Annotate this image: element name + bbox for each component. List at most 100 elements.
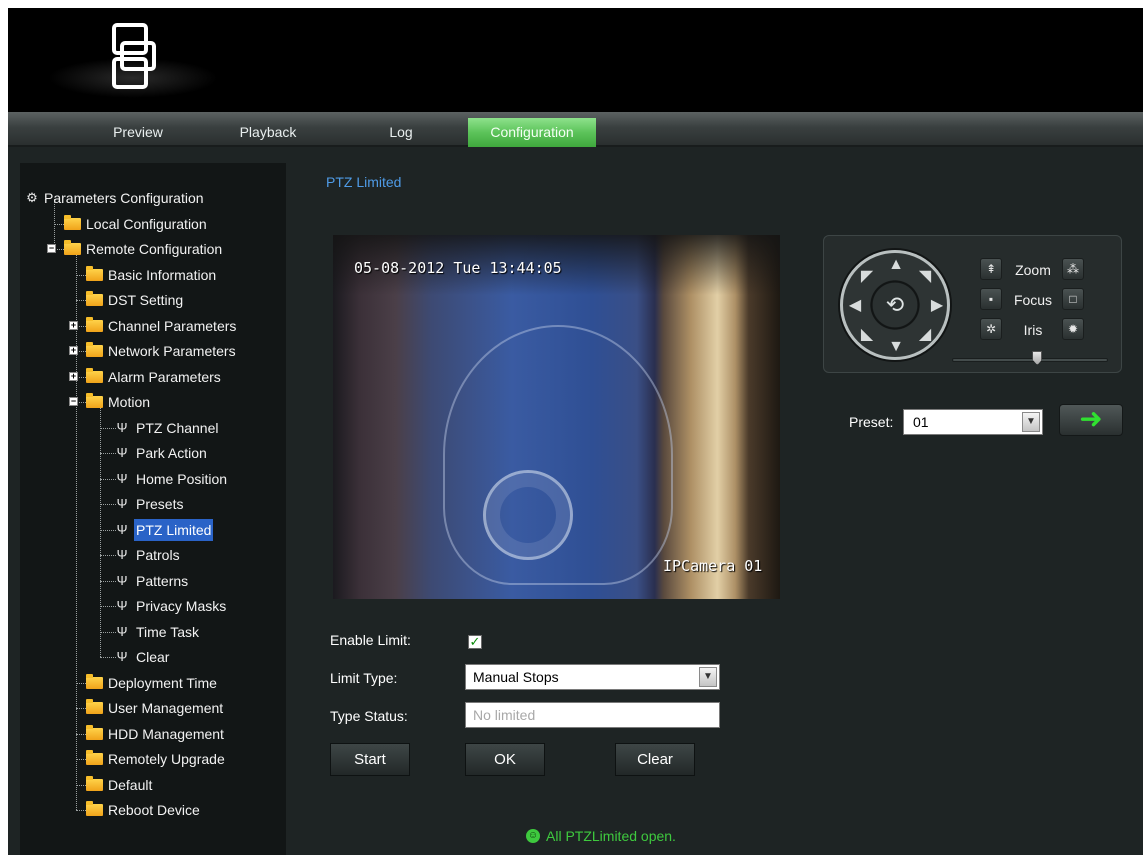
tab-log[interactable]: Log [366, 118, 436, 147]
ptz-down-right-icon[interactable]: ◢ [917, 327, 933, 343]
tree-item-dst-setting[interactable]: DST Setting [86, 289, 185, 311]
tree-guide-line [76, 759, 86, 760]
tab-playback[interactable]: Playback [226, 118, 310, 147]
tree-guide-line [100, 504, 116, 505]
tree-item-patrols[interactable]: Ψ Patrols [116, 544, 182, 566]
main-nav: Preview Playback Log Configuration [8, 112, 1143, 147]
tree-item-motion[interactable]: Motion [86, 391, 152, 413]
tree-item-privacy-masks[interactable]: Ψ Privacy Masks [116, 595, 228, 617]
folder-icon [86, 724, 103, 740]
tree-item-label: Alarm Parameters [108, 368, 221, 385]
chevron-down-icon[interactable]: ▼ [699, 667, 717, 687]
folder-icon [86, 801, 103, 816]
tree-guide-line [100, 478, 116, 480]
start-button[interactable]: Start [330, 743, 410, 776]
tree-item-deployment-time[interactable]: Deployment Time [86, 672, 219, 694]
tree-item-label: Home Position [136, 470, 228, 487]
ptz-speed-slider-thumb[interactable] [1032, 351, 1043, 365]
tree-item-home-position[interactable]: Ψ Home Position [116, 468, 229, 490]
preset-select[interactable]: 01 ▼ [903, 409, 1043, 435]
clear-button[interactable]: Clear [615, 743, 695, 776]
preset-select-value: 01 [913, 414, 929, 430]
ptz-left-icon[interactable]: ◀ [847, 298, 863, 314]
iris-close-icon[interactable]: ✹ [1062, 318, 1084, 340]
collapse-icon[interactable]: − [47, 244, 56, 253]
tree-item-label: PTZ Channel [136, 419, 219, 436]
tool-icon: Ψ [116, 470, 128, 486]
tree-item-remotely-upgrade[interactable]: Remotely Upgrade [86, 748, 227, 770]
ptz-speed-slider[interactable] [952, 358, 1108, 362]
camera-lens-shape [483, 470, 573, 560]
ptz-down-left-icon[interactable]: ◣ [859, 327, 875, 343]
tree-item-label: Remotely Upgrade [108, 751, 225, 767]
tree-guide-line [76, 274, 86, 276]
ptz-right-icon[interactable]: ▶ [929, 298, 945, 314]
tree-item-time-task[interactable]: Ψ Time Task [116, 621, 201, 643]
tree-item-label: Park Action [136, 445, 207, 461]
tree-item-park-action[interactable]: Ψ Park Action [116, 442, 209, 464]
tree-item-local-configuration[interactable]: Local Configuration [64, 213, 209, 235]
zoom-in-icon[interactable]: ⇞ [980, 258, 1002, 280]
zoom-label: Zoom [1015, 262, 1051, 278]
tree-item-channel-parameters[interactable]: Channel Parameters [86, 315, 238, 337]
focus-far-icon[interactable]: □ [1062, 288, 1084, 310]
ok-button[interactable]: OK [465, 743, 545, 776]
config-tree: ⚙ Parameters Configuration Local Configura… [20, 163, 286, 855]
video-camera-name: IPCamera 01 [663, 557, 763, 575]
tree-item-parameters-configuration[interactable]: ⚙ Parameters Configuration [24, 187, 206, 209]
limit-type-select[interactable]: Manual Stops ▼ [465, 664, 720, 690]
tree-item-label: Remote Configuration [86, 241, 223, 257]
chevron-down-icon[interactable]: ▼ [1022, 412, 1040, 432]
tree-item-patterns[interactable]: Ψ Patterns [116, 570, 190, 592]
tree-item-hdd-management[interactable]: HDD Management [86, 723, 226, 745]
tool-icon: Ψ [116, 521, 128, 537]
zoom-out-icon[interactable]: ⁂ [1062, 258, 1084, 280]
tree-item-label: Channel Parameters [108, 317, 237, 334]
tree-item-reboot-device[interactable]: Reboot Device [86, 799, 202, 821]
collapse-icon[interactable]: − [69, 397, 78, 406]
tree-item-label: HDD Management [108, 725, 224, 742]
tree-item-remote-configuration[interactable]: Remote Configuration [64, 238, 224, 260]
tree-item-label: Parameters Configuration [44, 190, 204, 206]
tree-guide-line [76, 733, 86, 735]
tree-item-label: Local Configuration [86, 215, 207, 232]
tree-item-ptz-limited[interactable]: Ψ PTZ Limited [116, 518, 214, 541]
tree-item-ptz-channel[interactable]: Ψ PTZ Channel [116, 417, 220, 439]
ptz-up-right-icon[interactable]: ◥ [917, 269, 933, 285]
tree-guide-line [76, 784, 86, 786]
tool-icon: Ψ [116, 649, 128, 664]
tree-guide-line [76, 300, 86, 301]
tree-guide-line [100, 529, 116, 531]
enable-limit-checkbox[interactable]: ✓ [468, 635, 482, 649]
expand-icon[interactable]: + [69, 320, 78, 330]
expand-icon[interactable]: + [69, 371, 78, 381]
tree-item-alarm-parameters[interactable]: Alarm Parameters [86, 366, 223, 388]
ptz-auto-rotate-icon[interactable]: ⟲ [880, 290, 910, 320]
iris-open-icon[interactable]: ✲ [980, 318, 1002, 340]
tree-item-basic-information[interactable]: Basic Information [86, 264, 218, 286]
type-status-field: No limited [465, 702, 720, 728]
ptz-up-icon[interactable]: ▲ [888, 257, 904, 273]
folder-icon [86, 699, 103, 714]
focus-near-icon[interactable]: ▪ [980, 288, 1002, 310]
ptz-up-left-icon[interactable]: ◤ [859, 269, 875, 285]
tree-item-user-management[interactable]: User Management [86, 697, 225, 719]
tab-preview[interactable]: Preview [98, 118, 178, 147]
tree-item-default[interactable]: Default [86, 774, 154, 796]
tree-item-clear[interactable]: Ψ Clear [116, 646, 171, 668]
status-message: ☺ All PTZLimited open. [526, 828, 676, 844]
video-preview[interactable]: 05-08-2012 Tue 13:44:05 IPCamera 01 [333, 235, 780, 599]
smiley-icon: ☺ [526, 829, 540, 843]
tab-configuration[interactable]: Configuration [468, 118, 596, 147]
tree-guide-line [76, 810, 86, 811]
expand-icon[interactable]: + [69, 346, 78, 355]
tree-item-presets[interactable]: Ψ Presets [116, 493, 185, 515]
tree-guide-line [100, 427, 116, 429]
tree-item-network-parameters[interactable]: Network Parameters [86, 340, 238, 362]
ptz-direction-wheel[interactable]: ▲ ▼ ◀ ▶ ◤ ◥ ◣ ◢ ⟲ [840, 250, 950, 360]
limit-type-value: Manual Stops [473, 669, 559, 685]
tree-guide-line [76, 682, 86, 684]
preset-go-button[interactable]: ➜ [1059, 404, 1123, 436]
ptz-down-icon[interactable]: ▼ [888, 339, 904, 355]
folder-icon [86, 342, 103, 357]
